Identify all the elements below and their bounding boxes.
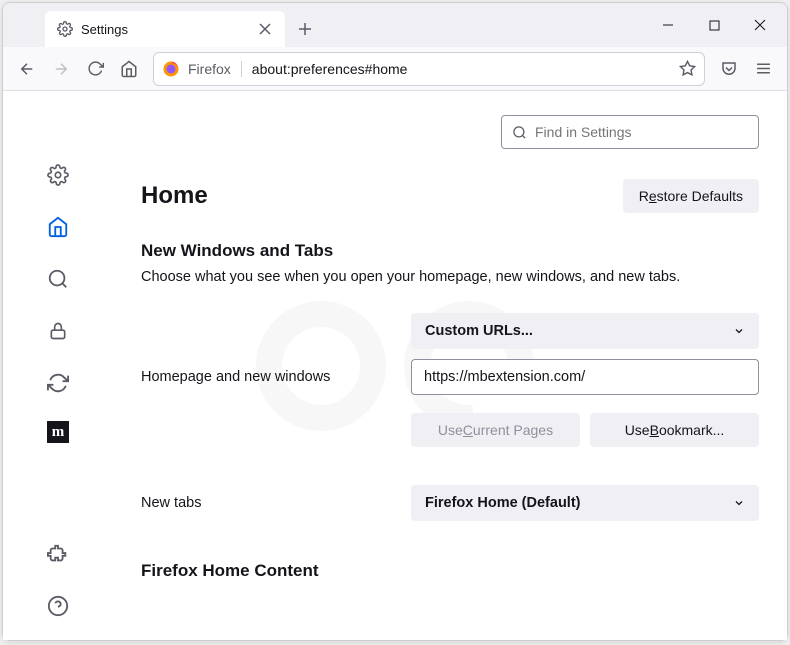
- settings-search-box[interactable]: [501, 115, 759, 149]
- page-title: Home: [141, 182, 208, 210]
- reload-button[interactable]: [79, 53, 111, 85]
- newtabs-select-value: Firefox Home (Default): [425, 495, 581, 511]
- url-text: about:preferences#home: [250, 61, 671, 77]
- url-prefix-label: Firefox: [188, 61, 242, 77]
- pocket-button[interactable]: [713, 53, 745, 85]
- chevron-down-icon: [733, 325, 745, 337]
- sidebar: m: [3, 91, 113, 640]
- restore-defaults-button[interactable]: Restore Defaults: [623, 179, 759, 213]
- new-tab-button[interactable]: [291, 15, 319, 43]
- use-bookmark-button[interactable]: Use Bookmark...: [590, 413, 759, 447]
- search-icon: [512, 125, 527, 140]
- chevron-down-icon: [733, 497, 745, 509]
- close-icon[interactable]: [257, 21, 273, 37]
- firefox-logo-icon: [162, 60, 180, 78]
- back-button[interactable]: [11, 53, 43, 85]
- main-panel: Home Restore Defaults New Windows and Ta…: [113, 91, 787, 640]
- window-controls: [645, 3, 787, 47]
- bookmark-star-icon[interactable]: [679, 60, 696, 77]
- close-button[interactable]: [737, 9, 783, 41]
- browser-window: Settings Firefox about:preferences#home: [2, 2, 788, 641]
- url-bar[interactable]: Firefox about:preferences#home: [153, 52, 705, 86]
- sidebar-extension-icon[interactable]: m: [47, 421, 69, 443]
- forward-button: [45, 53, 77, 85]
- titlebar: Settings: [3, 3, 787, 47]
- home-button[interactable]: [113, 53, 145, 85]
- homepage-select-value: Custom URLs...: [425, 323, 533, 339]
- section-title: New Windows and Tabs: [141, 241, 759, 261]
- tab-settings[interactable]: Settings: [45, 11, 285, 47]
- newtabs-label: New tabs: [141, 495, 411, 511]
- section-description: Choose what you see when you open your h…: [141, 269, 759, 285]
- sidebar-general-icon[interactable]: [44, 161, 72, 189]
- sidebar-home-icon[interactable]: [44, 213, 72, 241]
- homepage-url-input[interactable]: [411, 359, 759, 395]
- section2-title: Firefox Home Content: [141, 561, 759, 581]
- menu-button[interactable]: [747, 53, 779, 85]
- sidebar-sync-icon[interactable]: [44, 369, 72, 397]
- content-area: m Home Restore Defaults New Windows and …: [3, 91, 787, 640]
- tab-title: Settings: [81, 22, 249, 37]
- sidebar-privacy-icon[interactable]: [44, 317, 72, 345]
- sidebar-extensions-icon[interactable]: [44, 540, 72, 568]
- homepage-select[interactable]: Custom URLs...: [411, 313, 759, 349]
- sidebar-help-icon[interactable]: [44, 592, 72, 620]
- minimize-button[interactable]: [645, 9, 691, 41]
- maximize-button[interactable]: [691, 9, 737, 41]
- toolbar: Firefox about:preferences#home: [3, 47, 787, 91]
- use-current-pages-button: Use Current Pages: [411, 413, 580, 447]
- settings-search-input[interactable]: [535, 124, 748, 140]
- newtabs-select[interactable]: Firefox Home (Default): [411, 485, 759, 521]
- homepage-label: Homepage and new windows: [141, 369, 411, 385]
- sidebar-search-icon[interactable]: [44, 265, 72, 293]
- gear-icon: [57, 21, 73, 37]
